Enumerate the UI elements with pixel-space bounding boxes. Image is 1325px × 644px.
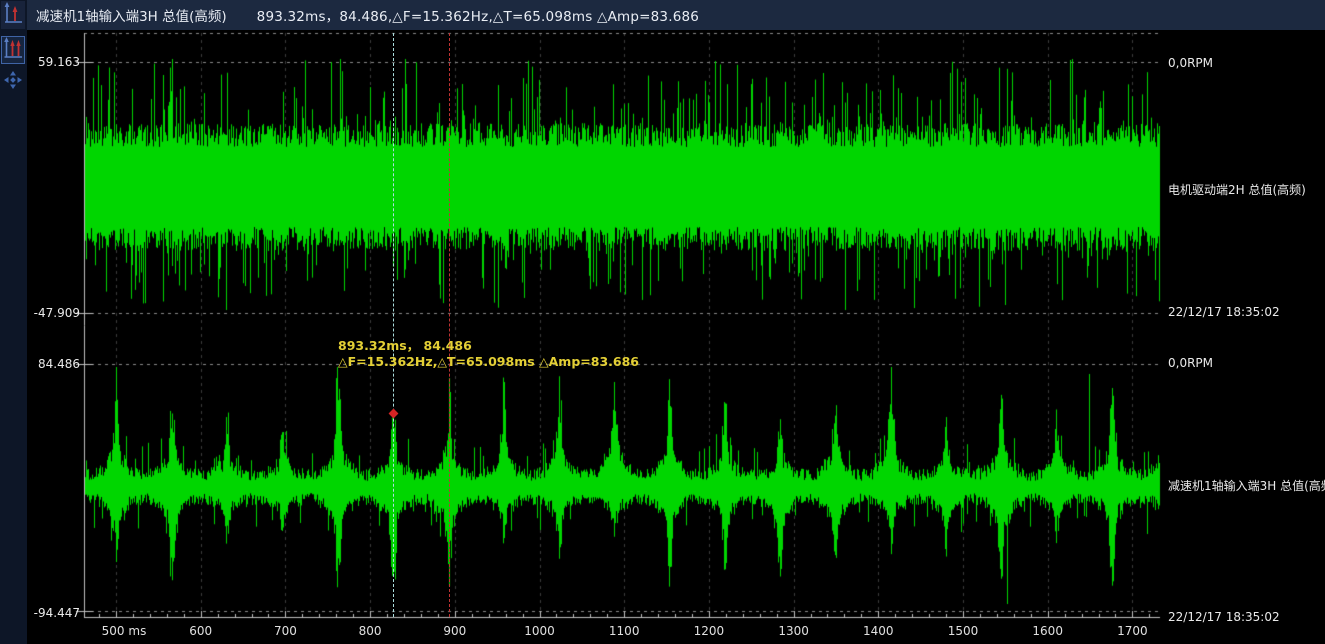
x-tick-label: 900 [443, 624, 467, 638]
top-chart-channel-label: 电机驱动端2H 总值(高频) [1168, 183, 1306, 197]
active-channel-title: 减速机1轴输入端3H 总值(高频) [36, 9, 227, 25]
title-bar: 减速机1轴输入端3H 总值(高频) 893.32ms，84.486,△F=15.… [27, 0, 1325, 30]
single-peak-cursor-icon [3, 1, 23, 29]
x-tick-label: 800 [358, 624, 382, 638]
x-tick-label: 1700 [1117, 624, 1148, 638]
x-tick-label: 500 ms [101, 624, 147, 638]
cursor-b-line[interactable] [449, 33, 450, 617]
top-chart-rpm-label: 0,0RPM [1168, 56, 1214, 70]
x-tick-label: 1100 [608, 624, 640, 638]
bottom-chart-ymax-label: 84.486 [38, 357, 80, 371]
x-tick-label: 1000 [524, 624, 555, 638]
x-tick-label: 1600 [1032, 624, 1063, 638]
x-tick-label: 1300 [778, 624, 809, 638]
x-tick-label: 600 [189, 624, 213, 638]
cursor-annotation: 893.32ms， 84.486 △F=15.362Hz,△T=65.098ms… [338, 338, 639, 370]
top-chart-timestamp: 22/12/17 18:35:02 [1168, 305, 1280, 319]
harmonic-cursor-icon [3, 36, 23, 64]
bottom-chart-rpm-label: 0,0RPM [1168, 356, 1214, 370]
annotation-delta-line: △F=15.362Hz,△T=65.098ms △Amp=83.686 [338, 354, 639, 369]
annotation-position-line: 893.32ms， 84.486 [338, 338, 472, 353]
tool-single-peak-cursor-button[interactable] [1, 1, 25, 29]
bottom-chart-ymin-label: -94.447 [33, 606, 80, 620]
cursor-a-reference-line[interactable] [393, 33, 394, 617]
bottom-chart-timestamp: 22/12/17 18:35:02 [1168, 610, 1280, 624]
bottom-chart-channel-label: 减速机1轴输入端3H 总值(高频) [1168, 479, 1325, 493]
top-chart-ymin-label: -47.909 [33, 306, 80, 320]
x-tick-label: 700 [273, 624, 297, 638]
pan-move-icon [3, 70, 23, 94]
cursor-readout: 893.32ms，84.486,△F=15.362Hz,△T=65.098ms … [256, 9, 700, 25]
x-tick-label: 1500 [947, 624, 979, 638]
tool-harmonic-cursor-button[interactable] [1, 36, 25, 64]
tool-pan-button[interactable] [1, 68, 25, 96]
x-tick-label: 1400 [863, 624, 894, 638]
x-tick-label: 1200 [693, 624, 725, 638]
top-chart-ymax-label: 59.163 [38, 55, 80, 69]
waveform-canvas [0, 0, 1325, 644]
vibration-analyzer-window: 减速机1轴输入端3H 总值(高频) 893.32ms，84.486,△F=15.… [0, 0, 1325, 644]
toolbar-sidebar [0, 0, 27, 644]
